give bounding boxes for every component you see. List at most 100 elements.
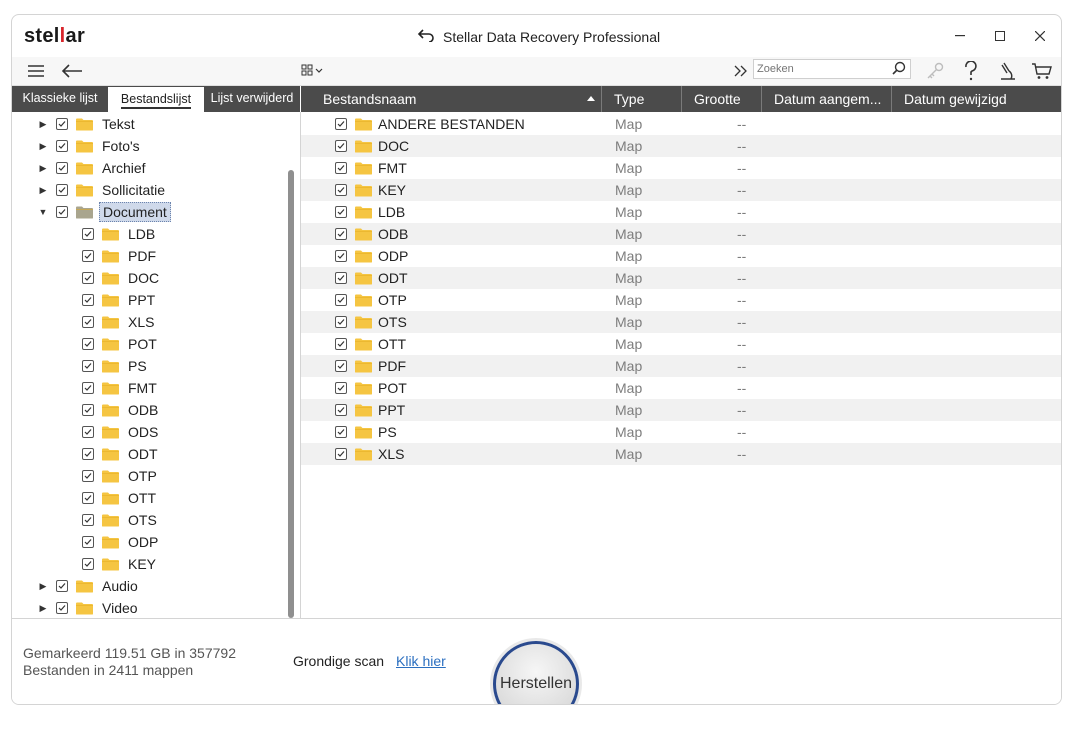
tree-folder[interactable]: ▶ Video: [36, 597, 141, 618]
help-button[interactable]: [960, 59, 982, 83]
row-checkbox[interactable]: [335, 184, 347, 196]
table-row[interactable]: PPT Map --: [301, 399, 1061, 421]
deep-scan-link[interactable]: Klik hier: [396, 653, 446, 669]
checkbox[interactable]: [82, 536, 94, 548]
checkbox[interactable]: [82, 448, 94, 460]
row-checkbox[interactable]: [335, 338, 347, 350]
column-datum-aangemaakt[interactable]: Datum aangem...: [762, 86, 892, 112]
caret-down-icon[interactable]: ▼: [36, 207, 50, 217]
tree-subfolder[interactable]: POT: [76, 333, 160, 355]
search-box[interactable]: [753, 59, 911, 79]
checkbox[interactable]: [82, 294, 94, 306]
table-row[interactable]: OTS Map --: [301, 311, 1061, 333]
row-checkbox[interactable]: [335, 360, 347, 372]
tree-folder[interactable]: ▶ Tekst: [36, 113, 138, 135]
search-icon[interactable]: [892, 61, 906, 80]
checkbox[interactable]: [82, 360, 94, 372]
tree-subfolder[interactable]: XLS: [76, 311, 157, 333]
checkbox[interactable]: [82, 316, 94, 328]
table-row[interactable]: ODP Map --: [301, 245, 1061, 267]
tree-subfolder[interactable]: OTP: [76, 465, 160, 487]
table-row[interactable]: ODB Map --: [301, 223, 1061, 245]
checkbox[interactable]: [82, 426, 94, 438]
tree-subfolder[interactable]: ODB: [76, 399, 161, 421]
maximize-button[interactable]: [982, 23, 1018, 49]
row-checkbox[interactable]: [335, 382, 347, 394]
column-type[interactable]: Type: [602, 86, 682, 112]
tab-bestandslijst[interactable]: Bestandslijst: [108, 86, 204, 112]
minimize-button[interactable]: [942, 23, 978, 49]
tree-subfolder[interactable]: ODP: [76, 531, 161, 553]
checkbox[interactable]: [82, 492, 94, 504]
row-checkbox[interactable]: [335, 162, 347, 174]
checkbox[interactable]: [56, 140, 68, 152]
row-checkbox[interactable]: [335, 404, 347, 416]
table-row[interactable]: PDF Map --: [301, 355, 1061, 377]
column-bestandsnaam[interactable]: Bestandsnaam: [301, 86, 602, 112]
tab-klassieke-lijst[interactable]: Klassieke lijst: [12, 86, 108, 112]
checkbox[interactable]: [82, 338, 94, 350]
checkbox[interactable]: [82, 382, 94, 394]
row-checkbox[interactable]: [335, 250, 347, 262]
table-row[interactable]: FMT Map --: [301, 157, 1061, 179]
checkbox[interactable]: [82, 470, 94, 482]
tree-subfolder[interactable]: OTT: [76, 487, 159, 509]
row-checkbox[interactable]: [335, 426, 347, 438]
checkbox[interactable]: [56, 162, 68, 174]
checkbox[interactable]: [56, 602, 68, 614]
row-checkbox[interactable]: [335, 228, 347, 240]
tree-subfolder[interactable]: PDF: [76, 245, 159, 267]
buy-button[interactable]: [1030, 59, 1054, 83]
tree-subfolder[interactable]: KEY: [76, 553, 159, 575]
checkbox[interactable]: [56, 580, 68, 592]
row-checkbox[interactable]: [335, 272, 347, 284]
row-checkbox[interactable]: [335, 294, 347, 306]
tree-folder[interactable]: ▶ Foto's: [36, 135, 143, 157]
checkbox[interactable]: [56, 118, 68, 130]
tree-folder[interactable]: ▶ Sollicitatie: [36, 179, 168, 201]
tree-subfolder[interactable]: PS: [76, 355, 150, 377]
tree-folder[interactable]: ▼ Document: [36, 201, 171, 223]
row-checkbox[interactable]: [335, 448, 347, 460]
close-button[interactable]: [1022, 23, 1058, 49]
checkbox[interactable]: [82, 272, 94, 284]
tree-subfolder[interactable]: FMT: [76, 377, 160, 399]
caret-right-icon[interactable]: ▶: [36, 185, 50, 196]
table-row[interactable]: PS Map --: [301, 421, 1061, 443]
caret-right-icon[interactable]: ▶: [36, 603, 50, 614]
tab-lijst-verwijderd[interactable]: Lijst verwijderd: [204, 86, 300, 112]
scan-engine-button[interactable]: [996, 59, 1018, 83]
checkbox[interactable]: [82, 514, 94, 526]
table-row[interactable]: XLS Map --: [301, 443, 1061, 465]
tree-subfolder[interactable]: LDB: [76, 223, 158, 245]
checkbox[interactable]: [82, 228, 94, 240]
table-row[interactable]: OTT Map --: [301, 333, 1061, 355]
tree-subfolder[interactable]: DOC: [76, 267, 162, 289]
table-row[interactable]: ANDERE BESTANDEN Map --: [301, 113, 1061, 135]
checkbox[interactable]: [82, 404, 94, 416]
hamburger-menu-button[interactable]: [26, 59, 46, 83]
caret-right-icon[interactable]: ▶: [36, 163, 50, 174]
tree-scrollbar[interactable]: [288, 170, 294, 618]
caret-right-icon[interactable]: ▶: [36, 119, 50, 130]
table-row[interactable]: LDB Map --: [301, 201, 1061, 223]
checkbox[interactable]: [56, 206, 68, 218]
caret-right-icon[interactable]: ▶: [36, 141, 50, 152]
table-row[interactable]: KEY Map --: [301, 179, 1061, 201]
table-row[interactable]: OTP Map --: [301, 289, 1061, 311]
column-datum-gewijzigd[interactable]: Datum gewijzigd: [892, 86, 1061, 112]
tree-folder[interactable]: ▶ Archief: [36, 157, 149, 179]
column-grootte[interactable]: Grootte: [682, 86, 762, 112]
table-row[interactable]: ODT Map --: [301, 267, 1061, 289]
activation-key-button[interactable]: [924, 59, 946, 83]
row-checkbox[interactable]: [335, 206, 347, 218]
tree-folder[interactable]: ▶ Audio: [36, 575, 141, 597]
recover-button[interactable]: Herstellen: [493, 641, 579, 704]
checkbox[interactable]: [56, 184, 68, 196]
row-checkbox[interactable]: [335, 140, 347, 152]
checkbox[interactable]: [82, 558, 94, 570]
expand-panel-button[interactable]: [733, 59, 749, 83]
table-row[interactable]: DOC Map --: [301, 135, 1061, 157]
row-checkbox[interactable]: [335, 316, 347, 328]
tree-subfolder[interactable]: OTS: [76, 509, 160, 531]
